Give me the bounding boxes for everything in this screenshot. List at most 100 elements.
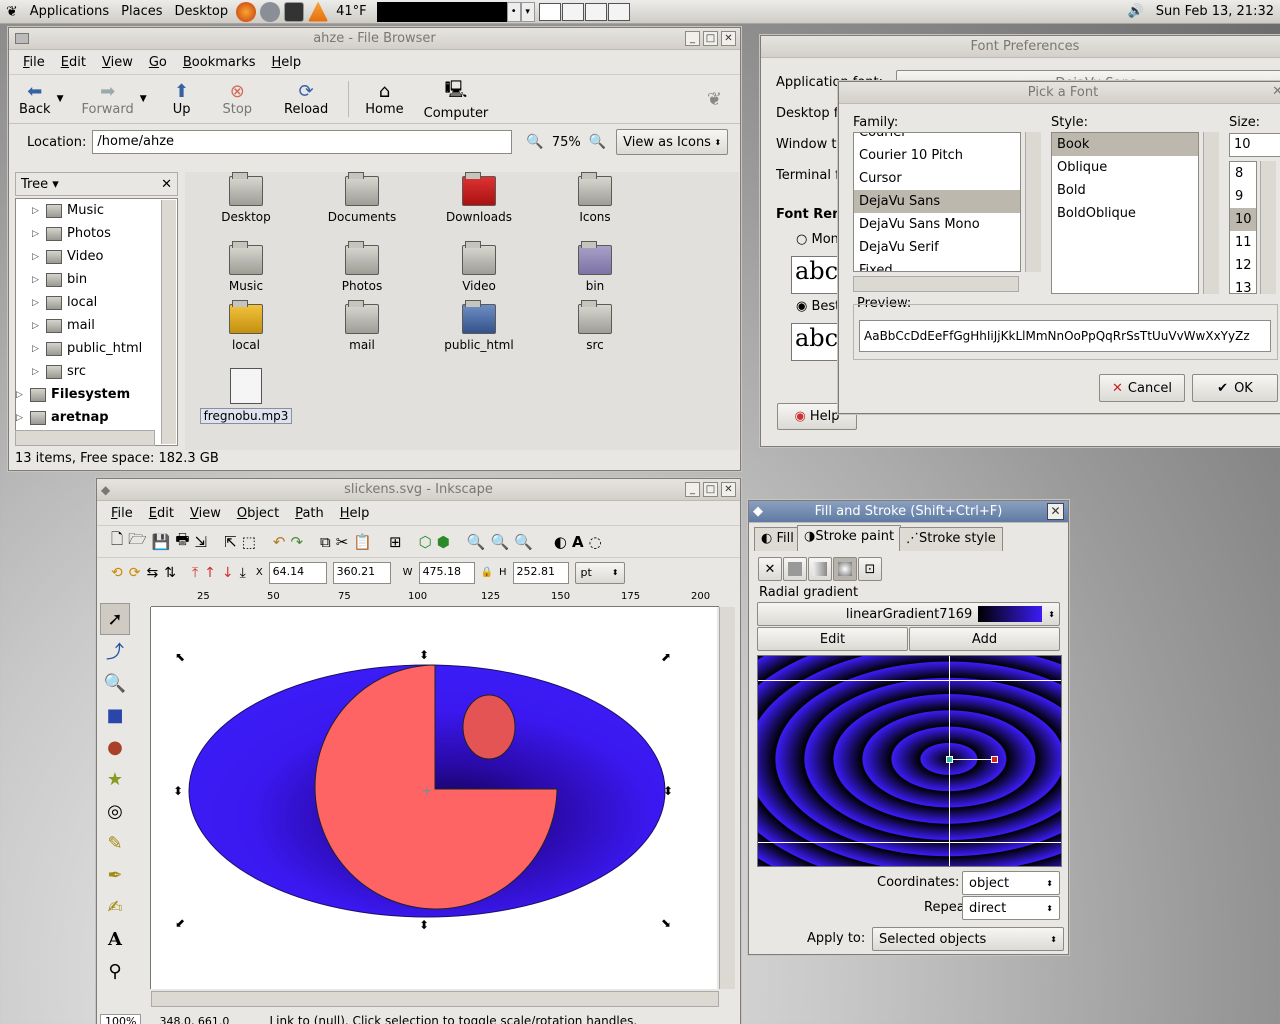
zoom-out-icon[interactable]: 🔍 <box>526 134 543 150</box>
tree-item[interactable]: ▷ mail <box>16 314 177 337</box>
ok-button[interactable]: ✔ OK <box>1192 374 1278 402</box>
style-list[interactable]: Book Oblique Bold BoldOblique <box>1051 132 1199 294</box>
cancel-button[interactable]: ✕ Cancel <box>1099 374 1185 402</box>
lower-icon[interactable]: ↓ <box>222 565 234 581</box>
node-tool-icon[interactable]: ⤴ <box>100 635 130 667</box>
x-input[interactable]: 64.14 <box>268 561 327 584</box>
menu-object[interactable]: Object <box>229 506 287 521</box>
computer-button[interactable]: 🖳 Computer <box>418 77 495 121</box>
selector-tool-icon[interactable]: ➚ <box>100 603 130 635</box>
size-input[interactable]: 10 <box>1229 133 1280 157</box>
minimize-button[interactable]: _ <box>685 31 700 46</box>
sidebar-type-select[interactable]: Tree ▾ <box>21 177 59 192</box>
tab-stroke-style[interactable]: ⋰Stroke style <box>899 527 1003 551</box>
canvas-vscrollbar[interactable] <box>719 607 735 989</box>
icon-item[interactable]: Documents <box>307 172 417 224</box>
family-item-selected[interactable]: DejaVu Sans <box>854 190 1020 213</box>
size-item[interactable]: 9 <box>1230 185 1256 208</box>
tree-item[interactable]: ▷ Music <box>16 199 177 222</box>
rotate-ccw-icon[interactable]: ⟲ <box>111 565 123 581</box>
zoom-tool-icon[interactable]: 🔍 <box>100 667 130 699</box>
menu-view[interactable]: View <box>94 55 141 70</box>
tree-item[interactable]: ▷ Filesystem <box>16 383 177 406</box>
zoom-in-icon[interactable]: 🔍 <box>589 134 606 150</box>
star-tool-icon[interactable]: ★ <box>100 763 130 795</box>
vlc-icon[interactable] <box>308 1 329 22</box>
tree-item[interactable]: ▷ Photos <box>16 222 177 245</box>
gradient-preview[interactable] <box>757 655 1062 867</box>
size-item[interactable]: 11 <box>1230 231 1256 254</box>
zoom-page-icon[interactable]: 🔍 <box>514 533 533 551</box>
raise-top-icon[interactable]: ⤒ <box>192 565 198 581</box>
family-item[interactable]: Cursor <box>854 167 1020 190</box>
align-icon[interactable]: ⊞ <box>389 533 402 551</box>
rotate-cw-icon[interactable]: ⟳ <box>129 565 141 581</box>
cut-icon[interactable]: ✂ <box>336 533 349 551</box>
menu-edit[interactable]: Edit <box>53 55 94 70</box>
family-item[interactable]: DejaVu Serif <box>854 236 1020 259</box>
raise-icon[interactable]: ↑ <box>204 565 216 581</box>
settings-icon[interactable] <box>260 1 281 22</box>
mp3-file-icon[interactable]: fregnobu.mp3 <box>191 368 301 424</box>
minimize-button[interactable]: _ <box>685 482 700 497</box>
family-list[interactable]: Courier Courier 10 Pitch Cursor DejaVu S… <box>853 132 1021 272</box>
zoom-selection-icon[interactable]: 🔍 <box>467 533 486 551</box>
workspace-switcher[interactable] <box>538 2 630 21</box>
group-icon[interactable]: ⬢ <box>437 533 450 551</box>
pick-font-titlebar[interactable]: Pick a Font ✕ <box>839 82 1280 104</box>
family-item[interactable]: DejaVu Sans Mono <box>854 213 1020 236</box>
forward-dropdown-icon[interactable]: ▼ <box>140 94 147 104</box>
home-button[interactable]: ⌂ Home <box>348 81 409 117</box>
family-item[interactable]: Fixed <box>854 259 1020 271</box>
calligraphy-tool-icon[interactable]: ✍ <box>100 891 130 923</box>
stop-button[interactable]: ⊗ Stop <box>216 81 258 117</box>
import-icon[interactable]: ⇱ <box>224 533 237 551</box>
family-hscrollbar[interactable] <box>853 276 1019 292</box>
dropper-tool-icon[interactable]: ⚲ <box>100 955 130 987</box>
icon-item[interactable]: Video <box>424 241 534 293</box>
family-item[interactable]: Courier <box>854 133 1020 144</box>
tab-fill[interactable]: ◐ Fill <box>754 527 801 551</box>
icon-item[interactable]: Downloads <box>424 172 534 224</box>
zoom-field[interactable]: 100% <box>100 1013 142 1024</box>
monitor-menu-icon[interactable]: • <box>506 1 521 22</box>
view-as-select[interactable]: View as Icons ⬍ <box>616 129 729 155</box>
size-item[interactable]: 8 <box>1230 162 1256 185</box>
size-list[interactable]: 8 9 10 11 12 13 <box>1229 161 1257 294</box>
menu-applications[interactable]: Applications <box>24 4 115 19</box>
tree-item[interactable]: ▷ aretnap <box>16 406 177 429</box>
drawing[interactable]: + ⬉ ⬍ ⬈ ⬍ ⬍ ⬋ ⬍ ⬊ <box>151 607 717 989</box>
close-button[interactable]: ✕ <box>1047 503 1064 520</box>
open-icon[interactable]: 🗁 <box>128 529 147 554</box>
copy-icon[interactable]: ⧉ <box>320 533 331 551</box>
font-preferences-titlebar[interactable]: Font Preferences <box>761 36 1280 58</box>
maximize-button[interactable]: □ <box>703 482 718 497</box>
height-input[interactable]: 252.81 <box>512 561 569 584</box>
unit-select[interactable]: pt ⬍ <box>574 561 625 584</box>
close-icon[interactable]: ✕ <box>1272 84 1280 99</box>
gnome-foot-icon[interactable]: ❦ <box>0 4 24 20</box>
paste-icon[interactable]: 📋 <box>353 533 372 551</box>
eye-ellipse[interactable] <box>462 694 516 760</box>
redo-icon[interactable]: ↷ <box>290 533 303 551</box>
icon-item[interactable]: Icons <box>540 172 650 224</box>
menu-go[interactable]: Go <box>141 55 175 70</box>
flat-color-icon[interactable] <box>783 557 807 581</box>
menu-edit[interactable]: Edit <box>141 506 182 521</box>
tree-hscrollbar[interactable] <box>15 430 155 446</box>
tree-item[interactable]: ▷ bin <box>16 268 177 291</box>
tree-item[interactable]: ▷ Video <box>16 245 177 268</box>
spiral-tool-icon[interactable]: ◎ <box>100 795 130 827</box>
icon-item[interactable]: Photos <box>307 241 417 293</box>
canvas[interactable]: + ⬉ ⬍ ⬈ ⬍ ⬍ ⬋ ⬍ ⬊ <box>151 607 717 989</box>
style-item[interactable]: BoldOblique <box>1052 202 1198 225</box>
weather-temperature[interactable]: 41°F <box>330 4 373 19</box>
radial-gradient-icon[interactable] <box>833 557 857 581</box>
flip-vertical-icon[interactable]: ⇅ <box>164 565 176 581</box>
xml-editor-icon[interactable]: ◌ <box>589 533 602 551</box>
coordinates-select[interactable]: object ⬍ <box>962 871 1060 895</box>
preview-input[interactable]: AaBbCcDdEeFfGgHhIiJjKkLlMmNnOoPpQqRrSsTt… <box>859 320 1271 352</box>
add-gradient-button[interactable]: Add <box>909 627 1060 651</box>
tree-item[interactable]: ▷ public_html <box>16 337 177 360</box>
back-button[interactable]: ⬅ Back <box>13 81 57 117</box>
